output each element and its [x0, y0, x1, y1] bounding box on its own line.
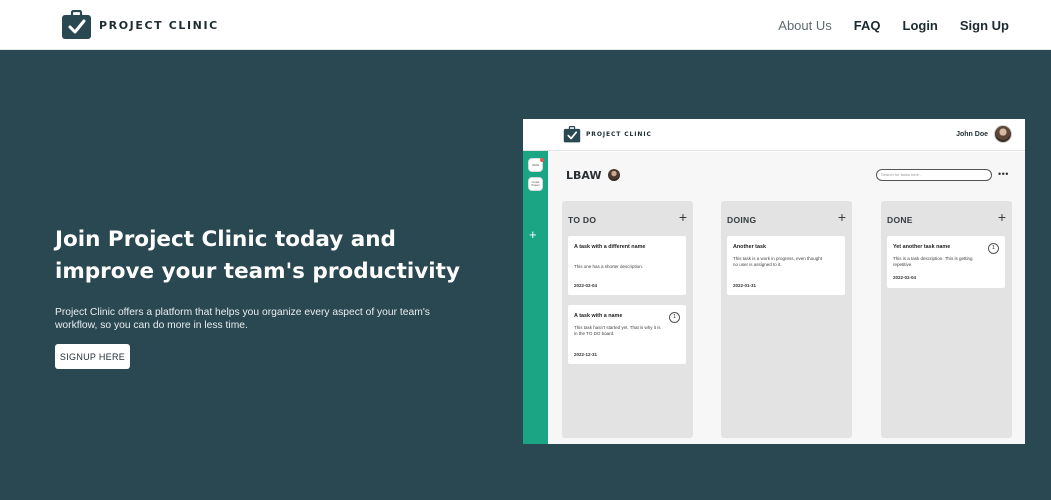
board-column-done: DONE + Yet another task name 1 This is a…: [881, 201, 1012, 438]
hero-title: Join Project Clinic today and improve yo…: [55, 227, 460, 284]
project-title: LBAW: [566, 169, 602, 182]
plus-icon: +: [529, 227, 537, 242]
board-column-doing: DOING + Another task This task is a work…: [721, 201, 852, 438]
plus-icon: +: [678, 209, 687, 225]
task-card: Another task This task is a work in prog…: [727, 236, 845, 295]
task-card: A task with a name 1 This task hasn't st…: [568, 305, 686, 364]
task-title: Yet another task name: [893, 244, 951, 250]
nav-link-faq[interactable]: FAQ: [854, 18, 881, 33]
sidebar-create-project-tile: Create Project: [528, 177, 543, 191]
task-date: 2022-02-04: [574, 283, 598, 288]
task-description: This one has a shorter description.: [574, 264, 644, 269]
brand-logo[interactable]: PROJECT CLINIC: [61, 10, 219, 40]
mockup-user: John Doe: [956, 125, 1012, 143]
hero-description: Project Clinic offers a platform that he…: [55, 307, 430, 331]
task-date: 2022-01-31: [733, 283, 757, 288]
column-title: DONE: [887, 215, 913, 225]
column-title: DOING: [727, 215, 757, 225]
task-date: 2022-12-31: [574, 352, 598, 357]
signup-here-button[interactable]: SIGNUP HERE: [55, 344, 130, 369]
mockup-search-input: Search for tasks here...: [876, 169, 992, 181]
avatar: [608, 169, 620, 181]
nav-link-sign-up[interactable]: Sign Up: [960, 18, 1009, 33]
nav-link-login[interactable]: Login: [903, 18, 938, 33]
task-description: This task is a work in progress, even th…: [733, 256, 823, 267]
board-column-todo: TO DO + A task with a different name Thi…: [562, 201, 693, 438]
task-description: This task hasn't started yet. That is wh…: [574, 325, 661, 336]
mockup-sidebar: LBAW Create Project +: [523, 151, 548, 444]
notification-dot: [540, 158, 544, 162]
task-badge: 1: [988, 243, 999, 254]
task-badge: 1: [669, 312, 680, 323]
app-preview-mockup: PROJECT CLINIC John Doe LBAW Create Proj…: [523, 119, 1025, 444]
avatar: [994, 125, 1012, 143]
more-options-icon: •••: [998, 169, 1009, 179]
mockup-brand: PROJECT CLINIC: [563, 126, 652, 143]
mockup-board: LBAW Search for tasks here... ••• TO DO …: [548, 152, 1025, 444]
task-title: A task with a name: [574, 313, 623, 319]
task-title: A task with a different name: [574, 244, 646, 250]
nav-link-about-us[interactable]: About Us: [778, 18, 831, 33]
mockup-brand-name: PROJECT CLINIC: [586, 131, 652, 138]
plus-icon: +: [997, 209, 1006, 225]
mockup-user-name: John Doe: [956, 130, 988, 138]
navbar: PROJECT CLINIC About Us FAQ Login Sign U…: [0, 0, 1051, 50]
plus-icon: +: [837, 209, 846, 225]
mockup-header: PROJECT CLINIC John Doe: [523, 119, 1025, 151]
clipboard-check-icon: [563, 126, 581, 143]
brand-name: PROJECT CLINIC: [99, 18, 219, 32]
nav-links: About Us FAQ Login Sign Up: [778, 0, 1009, 50]
task-card: A task with a different name This one ha…: [568, 236, 686, 295]
task-description: This is a task description. This is gett…: [893, 256, 973, 267]
task-card: Yet another task name 1 This is a task d…: [887, 236, 1005, 288]
column-title: TO DO: [568, 215, 597, 225]
clipboard-check-icon: [62, 10, 91, 39]
task-title: Another task: [733, 244, 766, 250]
task-date: 2022-02-04: [893, 275, 917, 280]
